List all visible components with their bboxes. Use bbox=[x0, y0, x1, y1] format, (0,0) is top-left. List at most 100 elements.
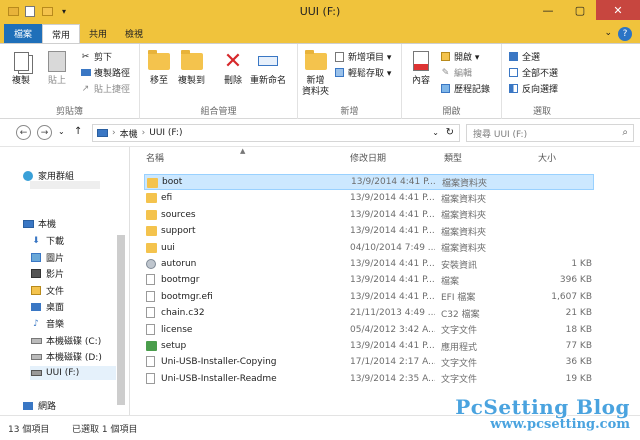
tab-home[interactable]: 常用 bbox=[42, 24, 81, 43]
file-size: 1,607 KB bbox=[551, 291, 592, 302]
file-name: efi bbox=[161, 193, 173, 204]
nav-drive-d[interactable]: 本機磁碟 (D:) bbox=[30, 350, 102, 363]
select-group: 全選 全部不選 反向選擇 選取 bbox=[502, 44, 582, 120]
search-icon[interactable]: ⌕ bbox=[622, 127, 628, 138]
nav-this-pc[interactable]: 本機 bbox=[22, 217, 56, 230]
table-row[interactable]: Uni-USB-Installer-Readme 13/9/2014 2:35 A… bbox=[144, 371, 594, 387]
select-none-icon bbox=[508, 67, 519, 78]
clipboard-group: 複製 貼上 ✂ 剪下 複製路徑 ↗ 貼上捷徑 剪貼簿 bbox=[0, 44, 140, 120]
table-row[interactable]: setup 13/9/2014 4:41 P... 應用程式 77 KB bbox=[144, 338, 594, 354]
select-none-button[interactable]: 全部不選 bbox=[508, 66, 558, 79]
easy-access-icon bbox=[334, 67, 345, 78]
address-box[interactable]: › 本機 › UUI (F:) ⌄ ↻ bbox=[92, 124, 460, 142]
tab-file[interactable]: 檔案 bbox=[4, 24, 43, 43]
open-button[interactable]: 開啟 ▾ bbox=[440, 50, 479, 63]
breadcrumb-this-pc[interactable]: 本機 bbox=[120, 127, 138, 140]
navigation-scrollbar[interactable] bbox=[117, 235, 125, 405]
delete-button[interactable]: ✕ 刪除 bbox=[220, 48, 246, 87]
table-row[interactable]: Uni-USB-Installer-Copying 17/1/2014 2:17 … bbox=[144, 354, 594, 370]
file-icon bbox=[146, 323, 155, 335]
nav-downloads[interactable]: ⬇ 下載 bbox=[30, 234, 64, 248]
file-type: 文字文件 bbox=[441, 326, 478, 337]
recent-locations-icon[interactable]: ⌄ bbox=[58, 127, 65, 136]
file-name: Uni-USB-Installer-Copying bbox=[161, 357, 277, 368]
nav-desktop[interactable]: 桌面 bbox=[30, 300, 64, 313]
ribbon-expand-icon[interactable]: ⌄ bbox=[604, 28, 612, 38]
title-bar: ▾ UUI (F:) — ▢ ✕ bbox=[0, 0, 640, 24]
table-row[interactable]: sources 13/9/2014 4:41 P... 檔案資料夾 bbox=[144, 207, 594, 223]
file-list: ▲ 名稱 修改日期 類型 大小 boot 13/9/2014 4:41 P... 檔… bbox=[138, 147, 640, 415]
video-icon bbox=[30, 268, 42, 279]
rename-button[interactable]: 重新命名 bbox=[250, 48, 286, 87]
edit-button[interactable]: ✎ 編輯 bbox=[440, 66, 472, 80]
dropdown-icon[interactable]: ⌄ bbox=[432, 128, 439, 137]
column-header-name[interactable]: 名稱 bbox=[146, 151, 164, 164]
table-row[interactable]: boot 13/9/2014 4:41 P... 檔案資料夾 bbox=[144, 174, 594, 190]
copy-button[interactable]: 複製 bbox=[8, 48, 34, 87]
move-to-button[interactable]: 移至 bbox=[146, 48, 172, 87]
nav-drive-c[interactable]: 本機磁碟 (C:) bbox=[30, 334, 101, 347]
nav-drive-f[interactable]: UUI (F:) bbox=[30, 366, 116, 380]
file-type: EFI 檔案 bbox=[441, 293, 476, 304]
close-button[interactable]: ✕ bbox=[596, 0, 640, 20]
documents-icon bbox=[30, 285, 42, 296]
file-name: bootmgr bbox=[161, 275, 200, 286]
file-type: 檔案資料夾 bbox=[441, 194, 487, 205]
breadcrumb-drive[interactable]: UUI (F:) bbox=[149, 128, 182, 138]
nav-pictures[interactable]: 圖片 bbox=[30, 251, 64, 264]
forward-button[interactable]: → bbox=[37, 125, 52, 140]
refresh-icon[interactable]: ↻ bbox=[446, 127, 454, 138]
help-icon[interactable]: ? bbox=[618, 27, 632, 41]
maximize-button[interactable]: ▢ bbox=[564, 0, 596, 20]
tab-share[interactable]: 共用 bbox=[80, 24, 116, 43]
table-row[interactable]: license 05/4/2012 3:42 A... 文字文件 18 KB bbox=[144, 322, 594, 338]
table-row[interactable]: autorun 13/9/2014 4:41 P... 安裝資訊 1 KB bbox=[144, 256, 594, 272]
new-folder-button[interactable]: 新增 資料夾 bbox=[302, 48, 329, 98]
file-type: C32 檔案 bbox=[441, 309, 480, 320]
open-group: 內容 開啟 ▾ ✎ 編輯 歷程記錄 開啟 bbox=[402, 44, 502, 120]
nav-documents[interactable]: 文件 bbox=[30, 284, 64, 297]
paste-shortcut-button[interactable]: ↗ 貼上捷徑 bbox=[80, 82, 130, 96]
up-icon[interactable]: ↑ bbox=[74, 126, 82, 137]
tab-view[interactable]: 檢視 bbox=[116, 24, 152, 43]
file-name: chain.c32 bbox=[161, 308, 205, 319]
search-input[interactable]: 搜尋 UUI (F:) ⌕ bbox=[466, 124, 634, 142]
history-button[interactable]: 歷程記錄 bbox=[440, 82, 490, 95]
table-row[interactable]: uui 04/10/2014 7:49 ... 檔案資料夾 bbox=[144, 240, 594, 256]
column-header-date[interactable]: 修改日期 bbox=[350, 151, 386, 164]
table-row[interactable]: chain.c32 21/11/2013 4:49 ... C32 檔案 21 KB bbox=[144, 305, 594, 321]
watermark: PcSetting Blog www.pcsetting.com bbox=[430, 395, 630, 437]
file-date: 17/1/2014 2:17 A... bbox=[350, 357, 435, 368]
nav-music[interactable]: ♪ 音樂 bbox=[30, 317, 64, 331]
minimize-button[interactable]: — bbox=[532, 0, 564, 20]
file-type: 安裝資訊 bbox=[441, 260, 478, 271]
file-size: 1 KB bbox=[571, 259, 592, 269]
easy-access-button[interactable]: 輕鬆存取 ▾ bbox=[334, 66, 391, 79]
column-header-type[interactable]: 類型 bbox=[444, 151, 462, 164]
file-date: 13/9/2014 2:35 A... bbox=[350, 373, 435, 384]
new-item-button[interactable]: 新增項目 ▾ bbox=[334, 50, 391, 63]
paste-button[interactable]: 貼上 bbox=[44, 48, 70, 87]
copy-path-button[interactable]: 複製路徑 bbox=[80, 66, 130, 79]
copy-to-button[interactable]: 複製到 bbox=[178, 48, 205, 87]
table-row[interactable]: efi 13/9/2014 4:41 P... 檔案資料夾 bbox=[144, 190, 594, 206]
back-button[interactable]: ← bbox=[16, 125, 31, 140]
table-row[interactable]: support 13/9/2014 4:41 P... 檔案資料夾 bbox=[144, 223, 594, 239]
watermark-url: www.pcsetting.com bbox=[490, 417, 630, 432]
select-all-button[interactable]: 全選 bbox=[508, 50, 540, 63]
ribbon: 複製 貼上 ✂ 剪下 複製路徑 ↗ 貼上捷徑 剪貼簿 移至 複製到 ✕ 刪除 重… bbox=[0, 43, 640, 120]
pictures-icon bbox=[30, 252, 42, 263]
column-header-size[interactable]: 大小 bbox=[538, 151, 556, 164]
file-size: 36 KB bbox=[565, 357, 592, 368]
file-date: 13/9/2014 4:41 P... bbox=[350, 341, 435, 351]
nav-videos[interactable]: 影片 bbox=[30, 267, 64, 280]
invert-selection-button[interactable]: 反向選擇 bbox=[508, 82, 558, 95]
nav-network[interactable]: 網路 bbox=[22, 399, 56, 412]
table-row[interactable]: bootmgr.efi 13/9/2014 4:41 P... EFI 檔案 1,60… bbox=[144, 289, 594, 305]
file-type: 檔案資料夾 bbox=[441, 244, 487, 255]
open-icon bbox=[440, 51, 451, 62]
item-count: 13 個項目 bbox=[8, 425, 50, 435]
cut-button[interactable]: ✂ 剪下 bbox=[80, 50, 112, 64]
table-row[interactable]: bootmgr 13/9/2014 4:41 P... 檔案 396 KB bbox=[144, 272, 594, 288]
properties-button[interactable]: 內容 bbox=[408, 48, 434, 87]
